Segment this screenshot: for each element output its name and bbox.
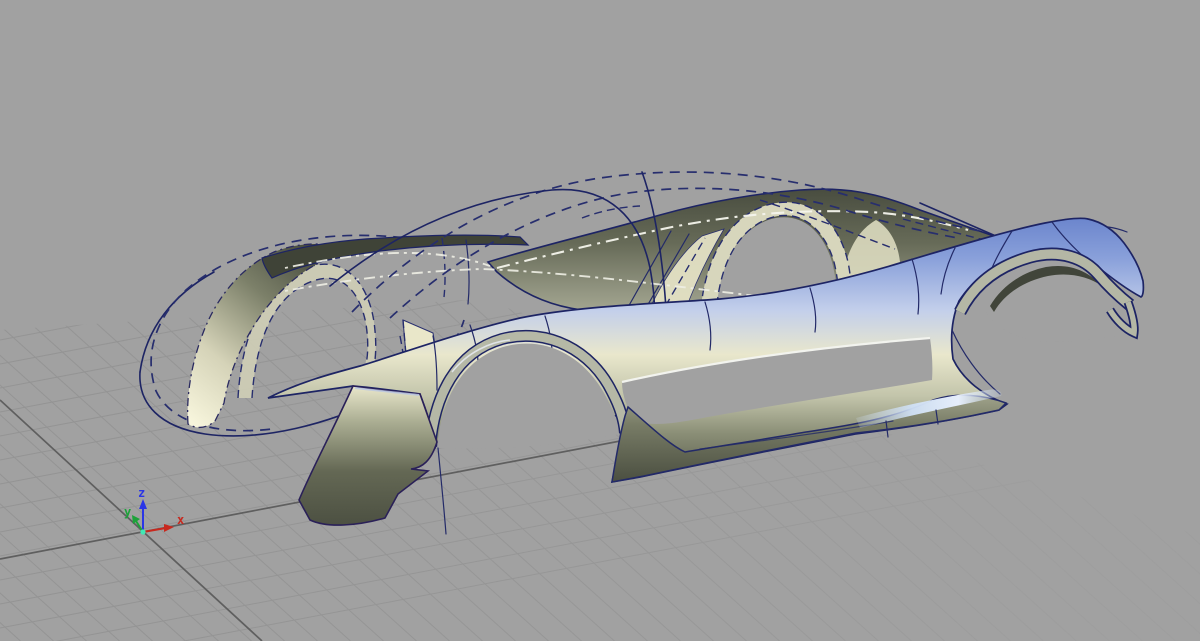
modeling-viewport[interactable]: z x y [0,0,1200,641]
z-axis-label: z [138,486,145,500]
y-axis-label: y [124,505,131,519]
origin-point [140,529,145,534]
viewport-canvas[interactable]: z x y [0,0,1200,641]
x-axis-label: x [177,513,184,527]
